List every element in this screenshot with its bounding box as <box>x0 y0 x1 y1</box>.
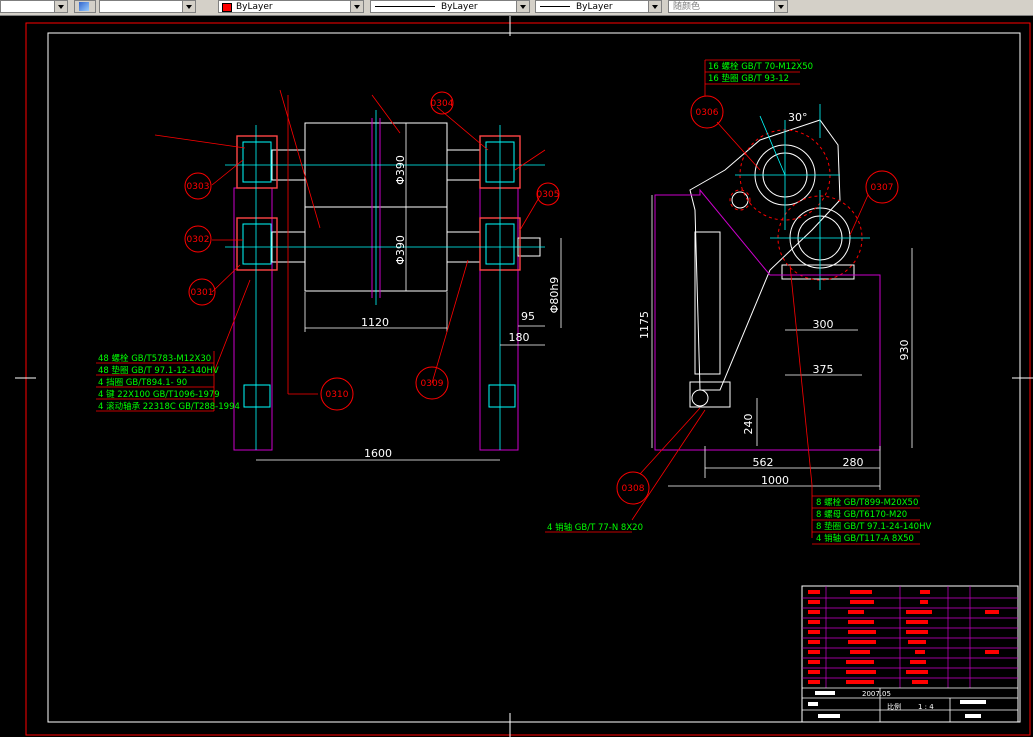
dim-95: 95 <box>521 310 535 323</box>
right-top-note-1: 16 螺栓 GB/T 70-M12X50 <box>708 61 813 72</box>
dim-930: 930 <box>898 340 911 361</box>
color-dropdown[interactable]: ByLayer <box>218 0 364 13</box>
dim-562: 562 <box>753 456 774 469</box>
title-scale-label: 比例 <box>887 702 901 711</box>
layer-states-button[interactable] <box>74 0 96 13</box>
layer-icon <box>79 2 89 11</box>
right-top-note-2: 16 垫圈 GB/T 93-12 <box>708 73 789 84</box>
left-parts-row-1: 48 螺栓 GB/T5783-M12X30 <box>98 353 211 364</box>
balloon-0307: 0307 <box>871 183 894 193</box>
lineweight-preview-icon <box>540 6 570 7</box>
right-parts-row-2: 8 螺母 GB/T6170-M20 <box>816 509 907 520</box>
lineweight-label: ByLayer <box>576 2 613 12</box>
color-swatch-icon <box>222 3 232 12</box>
layer-dropdown[interactable] <box>0 0 68 13</box>
dim-d80h9: Φ80h9 <box>548 277 561 314</box>
linetype-label: ByLayer <box>441 2 478 12</box>
balloon-0310: 0310 <box>326 390 349 400</box>
right-bottom-note: 4 销轴 GB/T 77-N 8X20 <box>547 522 643 533</box>
left-parts-row-3: 4 挡圈 GB/T894.1- 90 <box>98 377 187 388</box>
balloon-0304: 0304 <box>431 99 454 109</box>
left-parts-row-5: 4 滚动轴承 22318C GB/T288-1994 <box>98 401 240 412</box>
lineweight-dropdown[interactable]: ByLayer <box>535 0 662 13</box>
dim-d390-top: Φ390 <box>394 155 407 185</box>
balloon-0305: 0305 <box>537 190 560 200</box>
right-parts-row-1: 8 螺栓 GB/T899-M20X50 <box>816 497 918 508</box>
title-date: 2007.05 <box>862 690 891 698</box>
dim-1175: 1175 <box>638 311 651 339</box>
balloon-0306: 0306 <box>696 108 719 118</box>
properties-toolbar: ByLayer ByLayer ByLayer 随颜色 <box>0 0 1033 16</box>
balloon-0301: 0301 <box>191 288 214 298</box>
dim-375: 375 <box>813 363 834 376</box>
plotstyle-label: 随颜色 <box>673 2 701 12</box>
left-parts-row-4: 4 键 22X100 GB/T1096-1979 <box>98 389 220 400</box>
dim-1000: 1000 <box>761 474 789 487</box>
linetype-preview-icon <box>375 6 435 7</box>
dim-180: 180 <box>509 331 530 344</box>
dim-240: 240 <box>742 414 755 435</box>
balloon-0308: 0308 <box>622 484 645 494</box>
balloon-0309: 0309 <box>421 379 444 389</box>
linetype-dropdown[interactable]: ByLayer <box>370 0 530 13</box>
dim-300: 300 <box>813 318 834 331</box>
drawing-canvas[interactable]: 1120 1600 95 180 Φ390 Φ390 Φ80h9 0303 03… <box>0 16 1033 737</box>
dim-280: 280 <box>843 456 864 469</box>
dim-angle-30: 30° <box>788 111 808 124</box>
balloon-0303: 0303 <box>187 182 210 192</box>
dim-d390-bottom: Φ390 <box>394 235 407 265</box>
dim-1600: 1600 <box>364 447 392 460</box>
layer-name-dropdown[interactable] <box>99 0 196 13</box>
color-label: ByLayer <box>236 2 273 12</box>
dim-1120: 1120 <box>361 316 389 329</box>
title-scale-value: 1 : 4 <box>918 703 934 711</box>
right-parts-row-4: 4 销轴 GB/T117-A 8X50 <box>816 533 914 544</box>
plotstyle-dropdown[interactable]: 随颜色 <box>668 0 788 13</box>
right-parts-row-3: 8 垫圈 GB/T 97.1-24-140HV <box>816 521 931 532</box>
left-parts-row-2: 48 垫圈 GB/T 97.1-12-140HV <box>98 365 219 376</box>
balloon-0302: 0302 <box>187 235 210 245</box>
